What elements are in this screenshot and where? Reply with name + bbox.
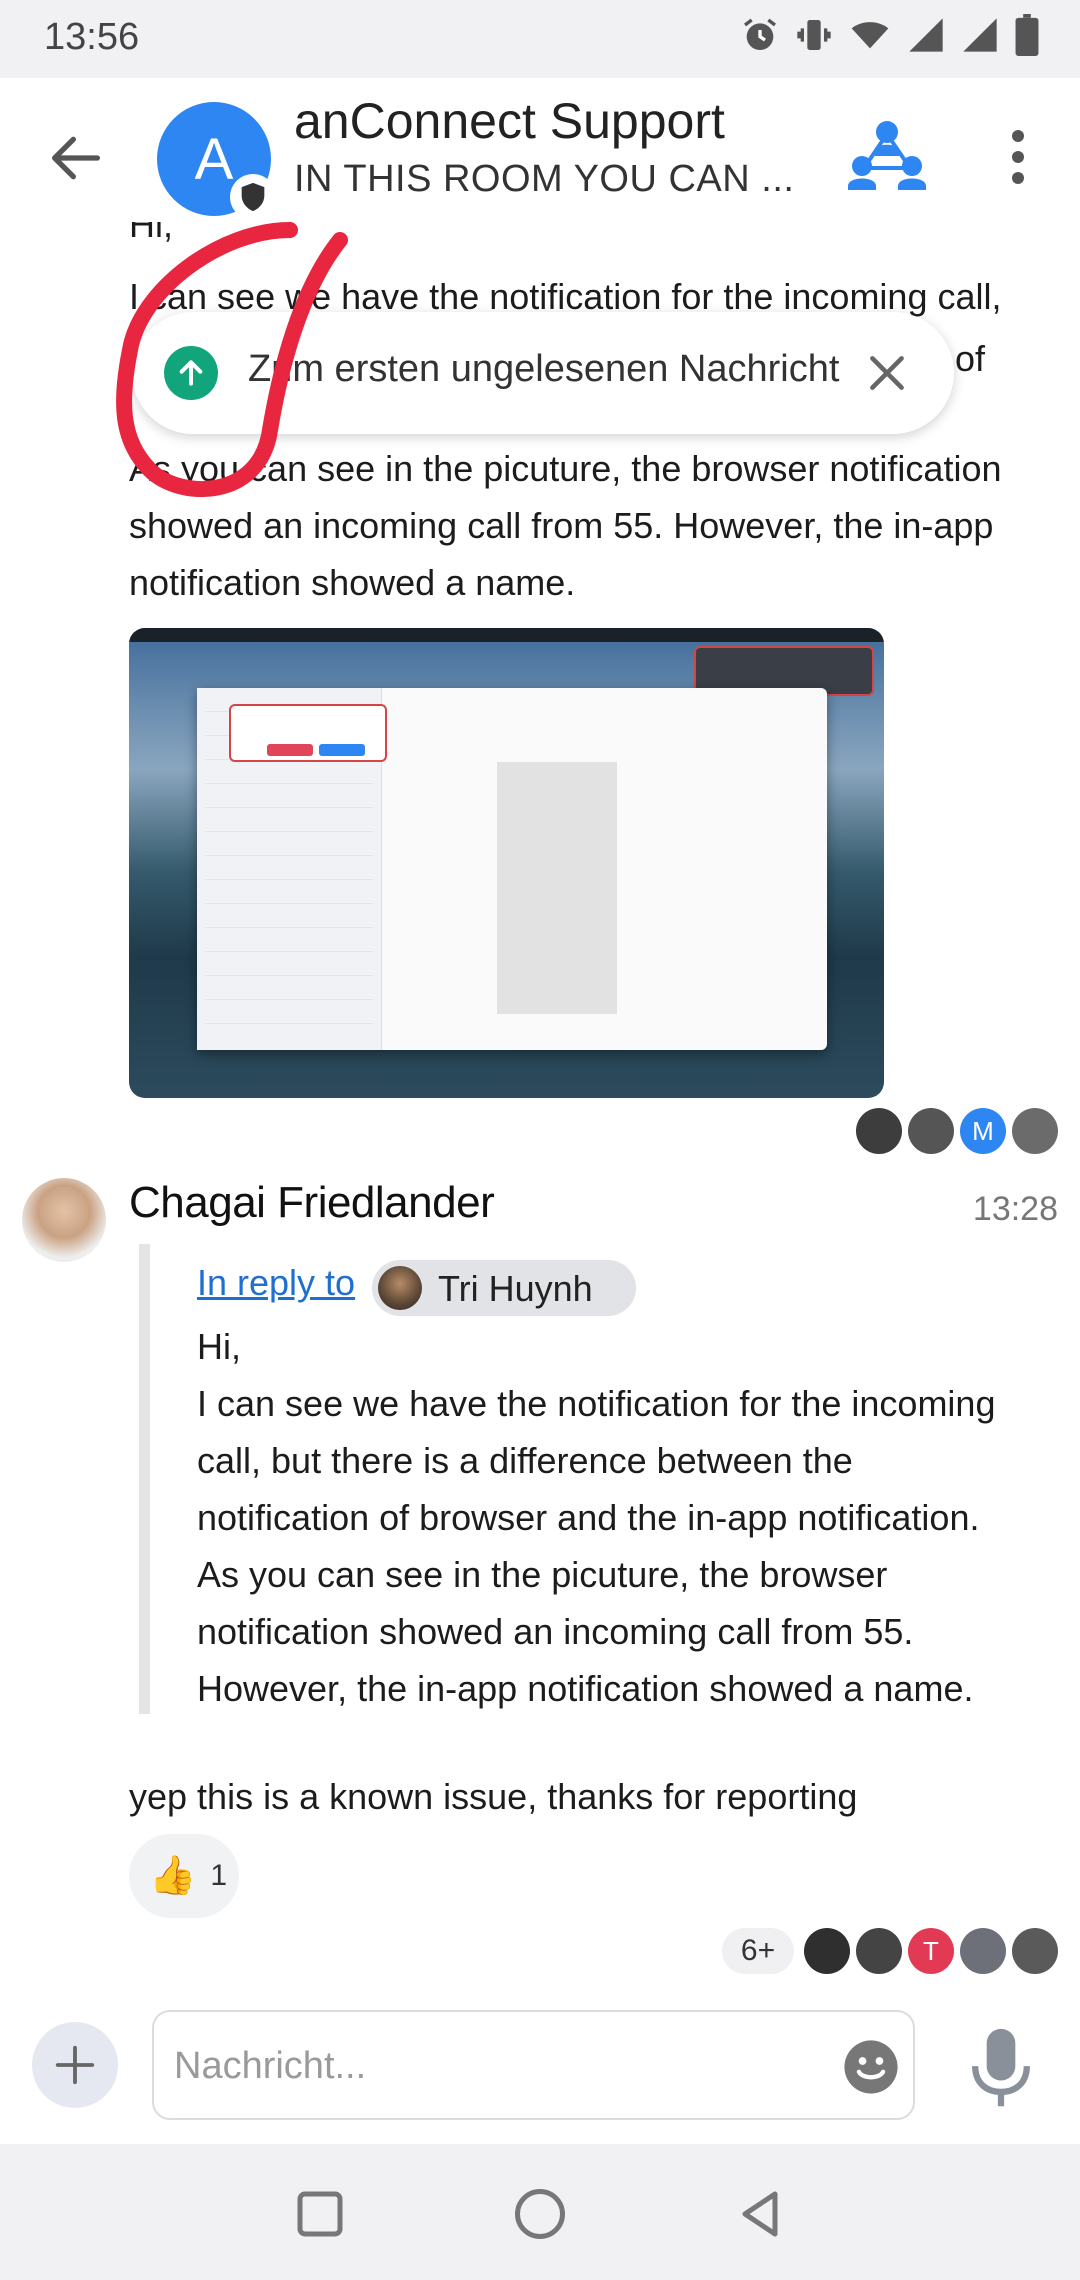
thumbs-up-icon: 👍 (149, 1855, 197, 1897)
quote-line: Hi, (197, 1326, 241, 1367)
signal-icon (963, 18, 997, 52)
square-icon (297, 2191, 343, 2237)
reply-user-pill[interactable]: Tri Huynh (372, 1260, 636, 1316)
battery-icon (1015, 14, 1039, 56)
sender-name[interactable]: Chagai Friedlander (129, 1178, 495, 1228)
avatar (960, 1928, 1006, 1974)
sender-avatar[interactable] (22, 1178, 106, 1262)
back-nav-button[interactable] (730, 2184, 790, 2244)
avatar: T (908, 1928, 954, 1974)
quote-line: However, the in-app notification showed … (197, 1668, 974, 1709)
room-header: A anConnect Support IN THIS ROOM YOU CAN… (0, 78, 1080, 238)
more-vertical-icon (1012, 130, 1024, 184)
image-accept-button (319, 744, 365, 756)
avatar (1012, 1108, 1058, 1154)
quote-line: call, but there is a difference between … (197, 1440, 853, 1481)
arrow-up-icon (164, 346, 218, 400)
message-composer[interactable] (152, 2010, 915, 2120)
quote-line: notification showed an incoming call fro… (197, 1611, 914, 1652)
avatar (856, 1108, 902, 1154)
quoted-message: Hi, I can see we have the notification f… (197, 1318, 1057, 1717)
quote-line: notification of browser and the in-app n… (197, 1497, 980, 1538)
reaction-count: 1 (210, 1859, 228, 1892)
message-line: notification showed a name. (129, 562, 576, 603)
microphone-icon (972, 2028, 1030, 2107)
wifi-icon (851, 22, 889, 49)
avatar (856, 1928, 902, 1974)
quote-line: I can see we have the notification for t… (197, 1383, 996, 1424)
avatar: M (960, 1108, 1006, 1154)
status-icons (740, 14, 1040, 56)
voice-message-button[interactable] (966, 2026, 1036, 2112)
in-reply-to-link[interactable]: In reply to (197, 1262, 355, 1304)
message-line: As you can see in the picuture, the brow… (129, 448, 1002, 489)
system-nav-bar (0, 2144, 1080, 2280)
message-body: yep this is a known issue, thanks for re… (129, 1776, 858, 1817)
emoji-icon (844, 2040, 898, 2094)
alarm-icon (744, 18, 776, 50)
avatar (804, 1928, 850, 1974)
plus-icon (55, 2045, 95, 2085)
status-bar: 13:56 (0, 0, 1080, 78)
group-call-button[interactable] (842, 116, 932, 196)
shield-icon (230, 174, 276, 220)
image-menubar (129, 628, 884, 642)
message-line: showed an incoming call from 55. However… (129, 505, 994, 546)
message-partial-line: Hi, (129, 222, 173, 245)
screenshot-image[interactable] (129, 628, 884, 1098)
recents-button[interactable] (290, 2184, 350, 2244)
home-button[interactable] (510, 2184, 570, 2244)
image-decline-button (267, 744, 313, 756)
more-options-button[interactable] (998, 122, 1038, 192)
jump-to-unread-label: Zum ersten ungelesenen Nachricht (248, 348, 840, 390)
close-icon[interactable] (862, 348, 912, 398)
jump-to-unread-pill[interactable]: Zum ersten ungelesenen Nachricht (132, 312, 954, 434)
avatar (378, 1266, 422, 1310)
message-fragment: of (955, 338, 986, 379)
quote-bar (139, 1244, 150, 1714)
room-title[interactable]: anConnect Support (294, 92, 725, 150)
read-receipts[interactable]: 6+ T (722, 1928, 1058, 1974)
vibrate-icon (797, 20, 831, 50)
read-receipts[interactable]: M (856, 1108, 1058, 1154)
triangle-back-icon (742, 2191, 778, 2237)
message-input[interactable] (174, 2036, 794, 2096)
reply-user-name: Tri Huynh (438, 1268, 593, 1309)
avatar (908, 1108, 954, 1154)
circle-icon (515, 2189, 565, 2239)
message-time: 13:28 (972, 1190, 1058, 1228)
image-redacted-area (497, 762, 617, 1014)
avatar (1012, 1928, 1058, 1974)
back-arrow-icon (52, 136, 100, 180)
reaction-thumbs-up[interactable]: 👍 1 (129, 1834, 239, 1918)
group-call-icon (848, 121, 926, 190)
status-time: 13:56 (44, 16, 140, 58)
back-button[interactable] (44, 126, 116, 190)
quote-line: As you can see in the picuture, the brow… (197, 1554, 888, 1595)
emoji-button[interactable] (842, 2038, 900, 2096)
add-attachment-button[interactable] (32, 2022, 118, 2108)
read-receipts-more: 6+ (722, 1928, 794, 1974)
room-topic[interactable]: IN THIS ROOM YOU CAN ... (294, 158, 794, 201)
signal-icon (909, 18, 943, 52)
